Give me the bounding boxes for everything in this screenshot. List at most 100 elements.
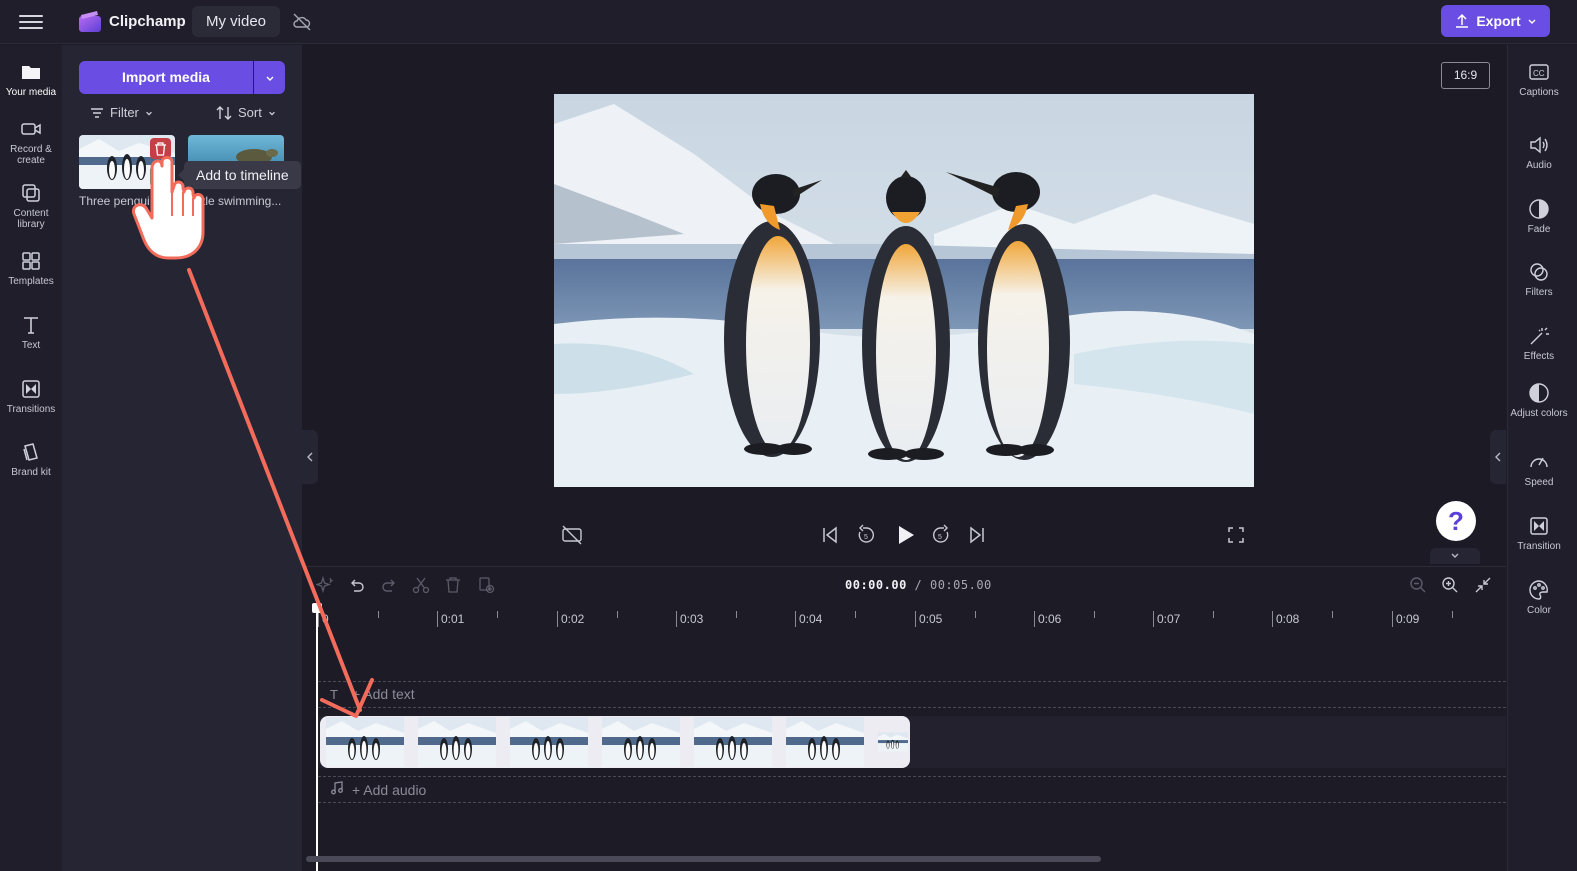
sort-button[interactable]: Sort (216, 105, 276, 120)
filter-label: Filter (110, 105, 139, 120)
panel-captions[interactable]: CC Captions (1508, 61, 1570, 98)
clip-frame-thumbnail (326, 717, 404, 767)
left-sidebar: Your media Record & create Content libra… (0, 45, 62, 871)
ruler-tick-major (557, 611, 558, 627)
nav-transitions[interactable]: Transitions (0, 378, 62, 415)
menu-icon[interactable] (19, 11, 43, 33)
nav-label: Content library (13, 208, 49, 230)
timeline-scrollbar[interactable] (306, 856, 1101, 862)
forward-5-icon[interactable]: 5 (930, 524, 952, 546)
timeline-ruler[interactable] (302, 605, 1506, 633)
panel-label: Color (1527, 605, 1551, 616)
skip-back-icon[interactable] (819, 524, 841, 546)
panel-label: Effects (1523, 351, 1555, 362)
library-icon (22, 184, 40, 202)
chevron-down-icon (1451, 553, 1459, 558)
magic-wand-icon (1530, 327, 1549, 345)
collapse-right-panel-button[interactable] (1490, 430, 1506, 484)
nav-your-media[interactable]: Your media (0, 61, 62, 98)
trash-icon[interactable] (444, 576, 462, 594)
panel-fade[interactable]: Fade (1508, 198, 1570, 235)
chevron-left-icon (1495, 452, 1501, 462)
rewind-5-icon[interactable]: 5 (855, 524, 877, 546)
text-icon (24, 317, 38, 334)
video-frame (554, 94, 1254, 487)
panel-speed[interactable]: Speed (1508, 451, 1570, 488)
nav-label: Record & create (10, 144, 52, 166)
text-track[interactable] (318, 681, 1506, 708)
split-icon[interactable] (412, 576, 430, 594)
transition-icon (1530, 517, 1548, 535)
fade-icon (1529, 199, 1549, 219)
undo-icon[interactable] (348, 576, 366, 594)
ruler-tick-major (1153, 611, 1154, 627)
nav-label: Templates (8, 276, 54, 287)
redo-icon[interactable] (380, 576, 398, 594)
ruler-tick-major (795, 611, 796, 627)
camera-icon (21, 123, 41, 135)
filter-button[interactable]: Filter (90, 105, 153, 120)
brand-kit-icon (23, 443, 38, 461)
panel-label: Filters (1525, 287, 1553, 298)
ruler-tick-minor (378, 611, 379, 618)
ruler-label: 0:02 (561, 612, 585, 626)
project-name-field[interactable]: My video (192, 6, 281, 37)
panel-adjust-colors[interactable]: Adjust colors (1508, 382, 1570, 419)
play-icon[interactable] (892, 522, 918, 548)
aspect-ratio-button[interactable]: 16:9 (1441, 62, 1490, 89)
svg-text:5: 5 (864, 534, 868, 541)
add-audio-button[interactable]: + Add audio (352, 782, 426, 798)
clipchamp-editor: Clipchamp My video Export Your media Rec… (0, 0, 1577, 871)
panel-transition[interactable]: Transition (1508, 515, 1570, 552)
zoom-out-icon[interactable] (1409, 576, 1427, 594)
cloud-off-icon[interactable] (292, 12, 312, 32)
clip-frame-thumbnail (786, 717, 864, 767)
add-to-timeline-button[interactable] (150, 166, 171, 187)
ruler-tick-minor (1452, 611, 1453, 618)
collapse-left-panel-button[interactable] (302, 430, 318, 484)
panel-effects[interactable]: Effects (1508, 325, 1570, 362)
nav-content-library[interactable]: Content library (0, 182, 62, 230)
transitions-icon (22, 380, 40, 398)
clip-frame-thumbnail (694, 717, 772, 767)
chevron-left-icon (307, 452, 313, 462)
nav-record-create[interactable]: Record & create (0, 118, 62, 166)
panel-label: Fade (1527, 224, 1551, 235)
trash-icon (155, 141, 166, 156)
export-button[interactable]: Export (1441, 5, 1550, 37)
zoom-in-icon[interactable] (1441, 576, 1459, 594)
export-label: Export (1476, 13, 1521, 29)
add-text-button[interactable]: + Add text (352, 686, 415, 702)
chevron-down-icon (1528, 19, 1536, 24)
ruler-tick-minor (975, 611, 976, 618)
fit-timeline-icon[interactable] (1474, 576, 1492, 594)
ruler-label: 0:09 (1396, 612, 1420, 626)
skip-forward-icon[interactable] (966, 524, 988, 546)
audio-track[interactable] (318, 776, 1506, 803)
penguins-video-clip[interactable] (320, 716, 910, 768)
ruler-tick-major (676, 611, 677, 627)
music-note-icon (331, 781, 343, 795)
delete-media-button[interactable] (150, 138, 171, 159)
top-bar: Clipchamp My video Export (0, 0, 1577, 44)
hide-captions-icon[interactable] (561, 524, 583, 546)
captions-icon: CC (1529, 64, 1549, 80)
filters-icon (1530, 263, 1548, 281)
nav-text[interactable]: Text (0, 314, 62, 351)
duplicate-icon[interactable] (477, 576, 495, 594)
import-media-button[interactable]: Import media (79, 61, 253, 94)
panel-color[interactable]: Color (1508, 579, 1570, 616)
total-duration: / 00:05.00 (914, 578, 992, 592)
collapse-timeline-button[interactable] (1430, 548, 1480, 564)
sparkle-icon[interactable] (316, 576, 334, 594)
import-options-button[interactable] (254, 61, 285, 94)
panel-filters[interactable]: Filters (1508, 261, 1570, 298)
playhead-handle[interactable] (312, 603, 322, 613)
help-button[interactable]: ? (1436, 501, 1476, 541)
ruler-label: 0:07 (1157, 612, 1181, 626)
panel-audio[interactable]: Audio (1508, 134, 1570, 171)
fullscreen-icon[interactable] (1225, 524, 1247, 546)
nav-templates[interactable]: Templates (0, 250, 62, 287)
playhead[interactable] (316, 604, 318, 871)
nav-brand-kit[interactable]: Brand kit (0, 441, 62, 478)
